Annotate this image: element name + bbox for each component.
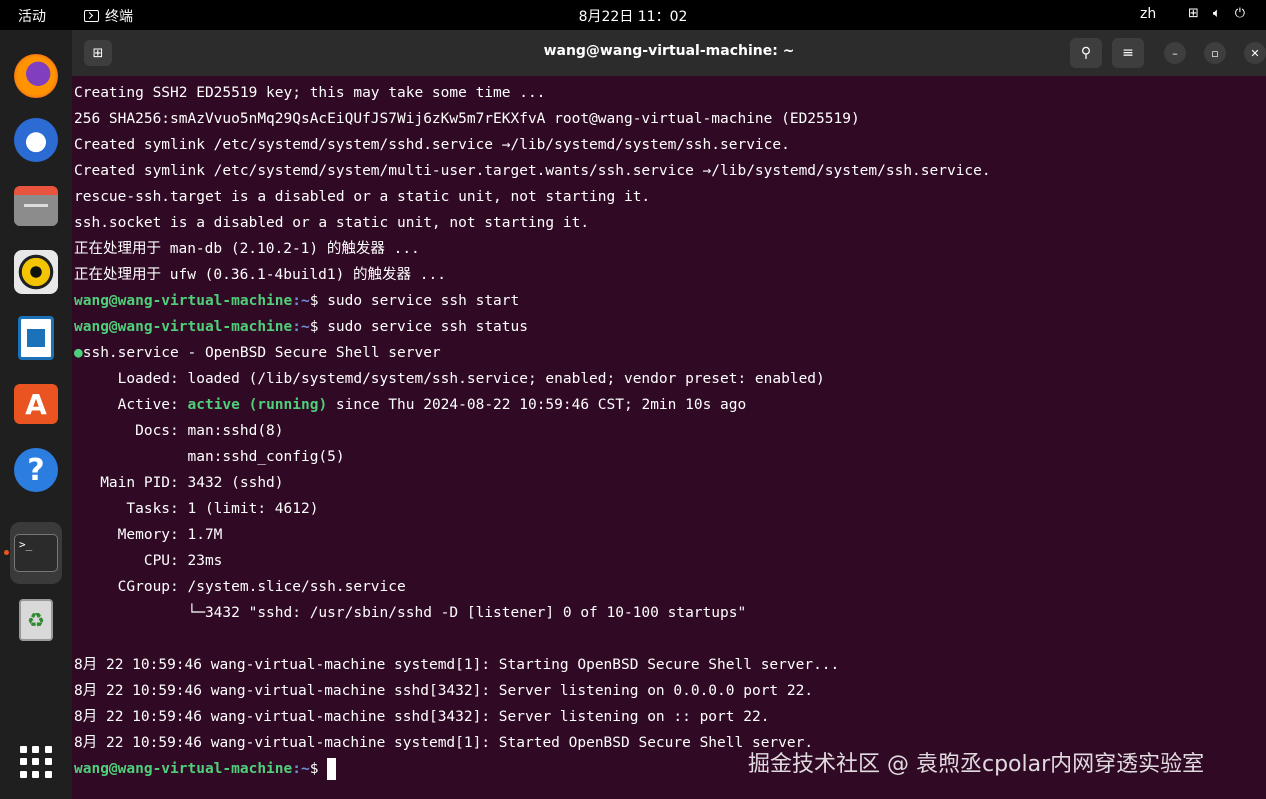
terminal-app-icon: >_ <box>14 534 58 572</box>
dock-terminal[interactable]: >_ <box>10 522 62 584</box>
thunderbird-icon <box>14 118 58 162</box>
memory-line: Memory: 1.7M <box>74 527 223 543</box>
status-bullet-icon: ● <box>74 345 83 361</box>
active-state: active (running) <box>187 397 328 413</box>
maximize-button[interactable]: ▫ <box>1204 42 1226 64</box>
close-icon: ✕ <box>1250 46 1260 60</box>
running-indicator <box>4 550 9 555</box>
minimize-icon: – <box>1172 46 1178 60</box>
output-line: 正在处理用于 man-db (2.10.2-1) 的触发器 ... <box>74 241 420 257</box>
log-line: 8月 22 10:59:46 wang-virtual-machine sshd… <box>74 683 814 699</box>
power-icon: ⏻ <box>1234 6 1246 21</box>
output-line: 正在处理用于 ufw (0.36.1-4build1) 的触发器 ... <box>74 267 446 283</box>
active-rest: since Thu 2024-08-22 10:59:46 CST; 2min … <box>327 397 747 413</box>
dock: A ? >_ ♻ <box>0 30 72 799</box>
clock[interactable]: 8月22日 11：02 <box>0 6 1266 26</box>
dock-writer[interactable] <box>10 312 62 364</box>
prompt-symbol: $ <box>309 293 328 309</box>
command: sudo service ssh status <box>327 319 528 335</box>
menu-button[interactable]: ≡ <box>1112 38 1144 68</box>
loaded-line: Loaded: loaded (/lib/systemd/system/ssh.… <box>74 371 825 387</box>
firefox-icon <box>14 54 58 98</box>
hamburger-icon: ≡ <box>1122 45 1134 61</box>
rhythmbox-icon <box>14 250 58 294</box>
dock-help[interactable]: ? <box>10 444 62 496</box>
cpu-line: CPU: 23ms <box>74 553 223 569</box>
system-menu[interactable]: ⊞ 🔈︎ ⏻ <box>1188 6 1245 21</box>
output-line: Created symlink /etc/systemd/system/sshd… <box>74 137 790 153</box>
title-bar: ⊞ wang@wang-virtual-machine: ~ ⚲ ≡ – ▫ ✕ <box>72 30 1266 76</box>
network-icon: ⊞ <box>1188 6 1199 21</box>
volume-icon: 🔈︎ <box>1212 6 1221 21</box>
dock-files[interactable] <box>10 180 62 232</box>
close-button[interactable]: ✕ <box>1244 42 1266 64</box>
active-line: Active: active (running) since Thu 2024-… <box>74 392 1264 418</box>
dock-rhythmbox[interactable] <box>10 246 62 298</box>
prompt-path: :~ <box>292 293 310 309</box>
trash-icon: ♻ <box>19 599 53 641</box>
search-button[interactable]: ⚲ <box>1070 38 1102 68</box>
dock-app-center[interactable]: A <box>10 378 62 430</box>
minimize-button[interactable]: – <box>1164 42 1186 64</box>
prompt-user: wang@wang-virtual-machine <box>74 293 293 309</box>
log-line: 8月 22 10:59:46 wang-virtual-machine sshd… <box>74 709 770 725</box>
mainpid-line: Main PID: 3432 (sshd) <box>74 475 284 491</box>
command: sudo service ssh start <box>327 293 520 309</box>
service-title: ssh.service - OpenBSD Secure Shell serve… <box>82 345 441 361</box>
docs-line: Docs: man:sshd(8) <box>74 423 284 439</box>
prompt-symbol: $ <box>309 761 328 777</box>
watermark: 掘金技术社区 @ 袁煦丞cpolar内网穿透实验室 <box>748 752 1205 777</box>
output-line: Created symlink /etc/systemd/system/mult… <box>74 163 991 179</box>
docs-line: man:sshd_config(5) <box>74 449 345 465</box>
cgroup-child-line: └─3432 "sshd: /usr/sbin/sshd -D [listene… <box>74 605 747 621</box>
files-icon <box>14 186 58 226</box>
service-title-line: ●ssh.service - OpenBSD Secure Shell serv… <box>74 340 1264 366</box>
prompt-user: wang@wang-virtual-machine <box>74 319 293 335</box>
prompt-path: :~ <box>292 761 310 777</box>
dock-firefox[interactable] <box>10 50 62 102</box>
dock-thunderbird[interactable] <box>10 114 62 166</box>
prompt-symbol: $ <box>309 319 328 335</box>
output-line: Creating SSH2 ED25519 key; this may take… <box>74 85 546 101</box>
search-icon: ⚲ <box>1080 45 1092 61</box>
help-icon: ? <box>14 448 58 492</box>
prompt-user: wang@wang-virtual-machine <box>74 761 293 777</box>
cgroup-line: CGroup: /system.slice/ssh.service <box>74 579 406 595</box>
output-line: ssh.socket is a disabled or a static uni… <box>74 215 590 231</box>
output-line: rescue-ssh.target is a disabled or a sta… <box>74 189 651 205</box>
text-cursor[interactable] <box>327 758 337 780</box>
app-center-icon: A <box>14 384 58 424</box>
tasks-line: Tasks: 1 (limit: 4612) <box>74 501 319 517</box>
language-indicator[interactable]: zh <box>1140 6 1156 22</box>
output-line: 256 SHA256:smAzVvuo5nMq29QsAcEiQUfJS7Wij… <box>74 111 860 127</box>
log-line: 8月 22 10:59:46 wang-virtual-machine syst… <box>74 657 840 673</box>
active-label: Active: <box>74 397 188 413</box>
terminal-output[interactable]: Creating SSH2 ED25519 key; this may take… <box>74 80 1264 782</box>
maximize-icon: ▫ <box>1211 46 1219 60</box>
prompt-path: :~ <box>292 319 310 335</box>
writer-icon <box>18 316 54 360</box>
terminal-window: ⊞ wang@wang-virtual-machine: ~ ⚲ ≡ – ▫ ✕… <box>72 30 1266 799</box>
prompt-line: wang@wang-virtual-machine:~$ sudo servic… <box>74 314 1264 340</box>
top-bar: 活动 终端 8月22日 11：02 zh ⊞ 🔈︎ ⏻ <box>0 0 1266 30</box>
prompt-line: wang@wang-virtual-machine:~$ sudo servic… <box>74 288 1264 314</box>
show-apps-icon[interactable] <box>20 746 52 778</box>
dock-trash[interactable]: ♻ <box>10 594 62 646</box>
